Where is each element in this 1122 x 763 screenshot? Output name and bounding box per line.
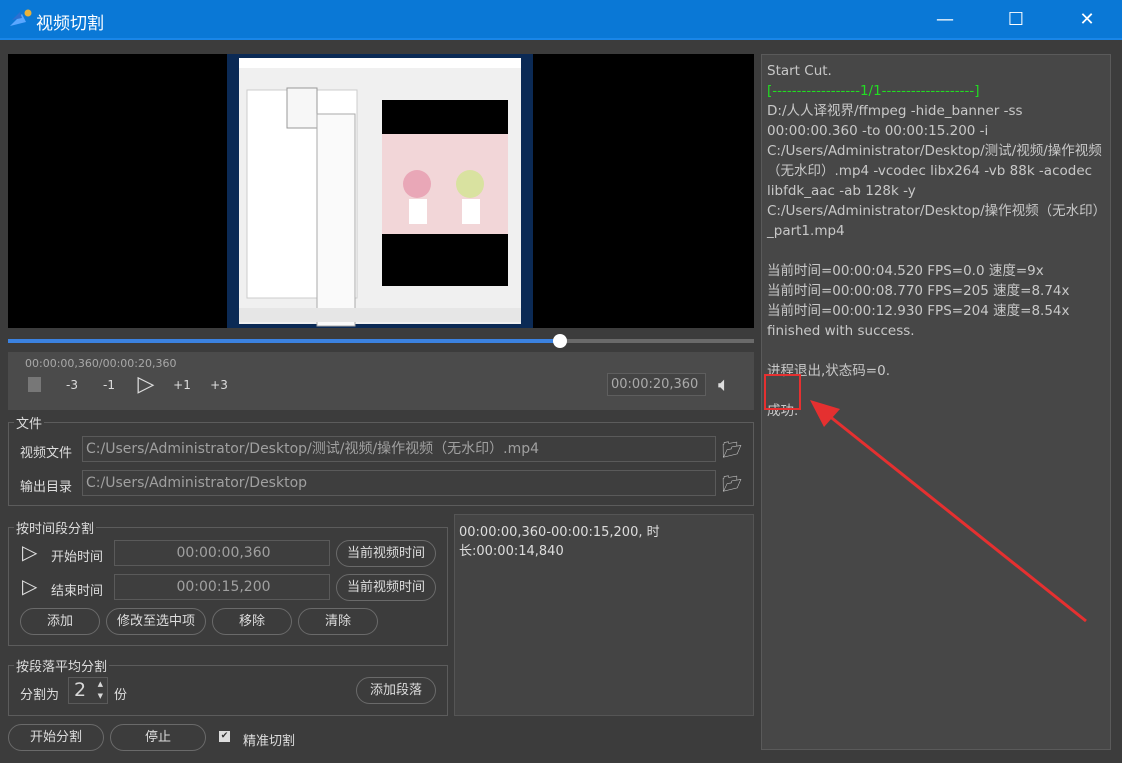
minimize-button[interactable]: — [922,0,968,40]
rewind-1-label: -1 [103,378,115,392]
position-text: 00:00:00,360/00:00:20,360 [25,357,177,370]
end-time-input[interactable]: 00:00:15,200 [114,574,330,600]
forward-1-icon[interactable]: +1 [170,374,194,396]
output-dir-label: 输出目录 [20,480,73,495]
list-item[interactable]: 00:00:00,360-00:00:15,200, 时长:00:00:14,8… [459,521,749,559]
stop-icon[interactable] [28,377,41,392]
highlight-box [764,374,801,410]
start-split-button[interactable]: 开始分割 [8,724,104,751]
close-button[interactable]: ✕ [1064,0,1110,40]
volume-icon[interactable]: 🔈︎ [718,372,730,396]
play-icon[interactable]: ▷ [134,374,158,396]
annotation-arrow-icon [810,400,1087,623]
start-current-time-button[interactable]: 当前视频时间 [336,540,436,567]
log-line: finished with success. [767,323,915,339]
segment-count-spinner[interactable]: 2 ▲ ▼ [68,677,108,704]
remove-button[interactable]: 移除 [212,608,292,635]
file-group-label: 文件 [14,413,45,432]
add-segment-button[interactable]: 添加段落 [356,677,436,704]
start-time-label: 开始时间 [51,550,104,565]
log-line: [------------------1/1------------------… [767,83,980,99]
rewind-3-icon[interactable]: -3 [60,374,84,396]
log-line: 当前时间=00:00:04.520 FPS=0.0 速度=9x [767,263,1044,279]
stop-button[interactable]: 停止 [110,724,206,751]
split-into-label: 分割为 [20,688,60,703]
output-dir-input[interactable]: C:/Users/Administrator/Desktop [82,470,716,496]
log-line: 当前时间=00:00:08.770 FPS=205 速度=8.74x [767,283,1070,299]
seek-progress [8,339,561,343]
segment-split-label: 按段落平均分割 [14,656,110,675]
modify-selected-button[interactable]: 修改至选中项 [106,608,206,635]
forward-3-icon[interactable]: +3 [207,374,231,396]
clear-button[interactable]: 清除 [298,608,378,635]
log-line: 当前时间=00:00:12.930 FPS=204 速度=8.54x [767,303,1070,319]
unit-label: 份 [114,688,128,703]
add-button[interactable]: 添加 [20,608,100,635]
segment-list[interactable]: 00:00:00,360-00:00:15,200, 时长:00:00:14,8… [454,514,754,716]
start-time-input[interactable]: 00:00:00,360 [114,540,330,566]
maximize-button[interactable]: ☐ [993,0,1039,40]
log-line: Start Cut. [767,63,832,79]
precise-cut-label: 精准切割 [243,734,296,749]
app-logo-icon [8,8,32,30]
rewind-3-label: -3 [66,378,78,392]
spinner-arrows-icon[interactable]: ▲ ▼ [98,678,103,702]
play-end-icon[interactable]: ▷ [22,574,37,598]
seek-handle[interactable] [553,334,568,348]
end-time-label: 结束时间 [51,584,104,599]
segment-count-value: 2 [74,679,87,701]
forward-3-label: +3 [210,378,228,392]
video-file-input[interactable]: C:/Users/Administrator/Desktop/测试/视频/操作视… [82,436,716,462]
precise-cut-checkbox[interactable]: ✔ [219,731,230,742]
log-line: D:/人人译视界/ffmpeg -hide_banner -ss 00:00:0… [767,103,1102,239]
play-start-icon[interactable]: ▷ [22,540,37,564]
folder-open-icon[interactable]: 📂︎ [722,474,742,493]
folder-open-icon[interactable]: 📂︎ [722,440,742,459]
time-split-label: 按时间段分割 [14,518,97,537]
video-file-label: 视频文件 [20,446,73,461]
log-line: 进程退出,状态码=0. [767,363,890,379]
forward-1-label: +1 [173,378,191,392]
video-frame [227,54,533,328]
window-title: 视频切割 [36,14,104,34]
rewind-1-icon[interactable]: -1 [97,374,121,396]
end-current-time-button[interactable]: 当前视频时间 [336,574,436,601]
duration-field[interactable]: 00:00:20,360 [607,373,706,396]
